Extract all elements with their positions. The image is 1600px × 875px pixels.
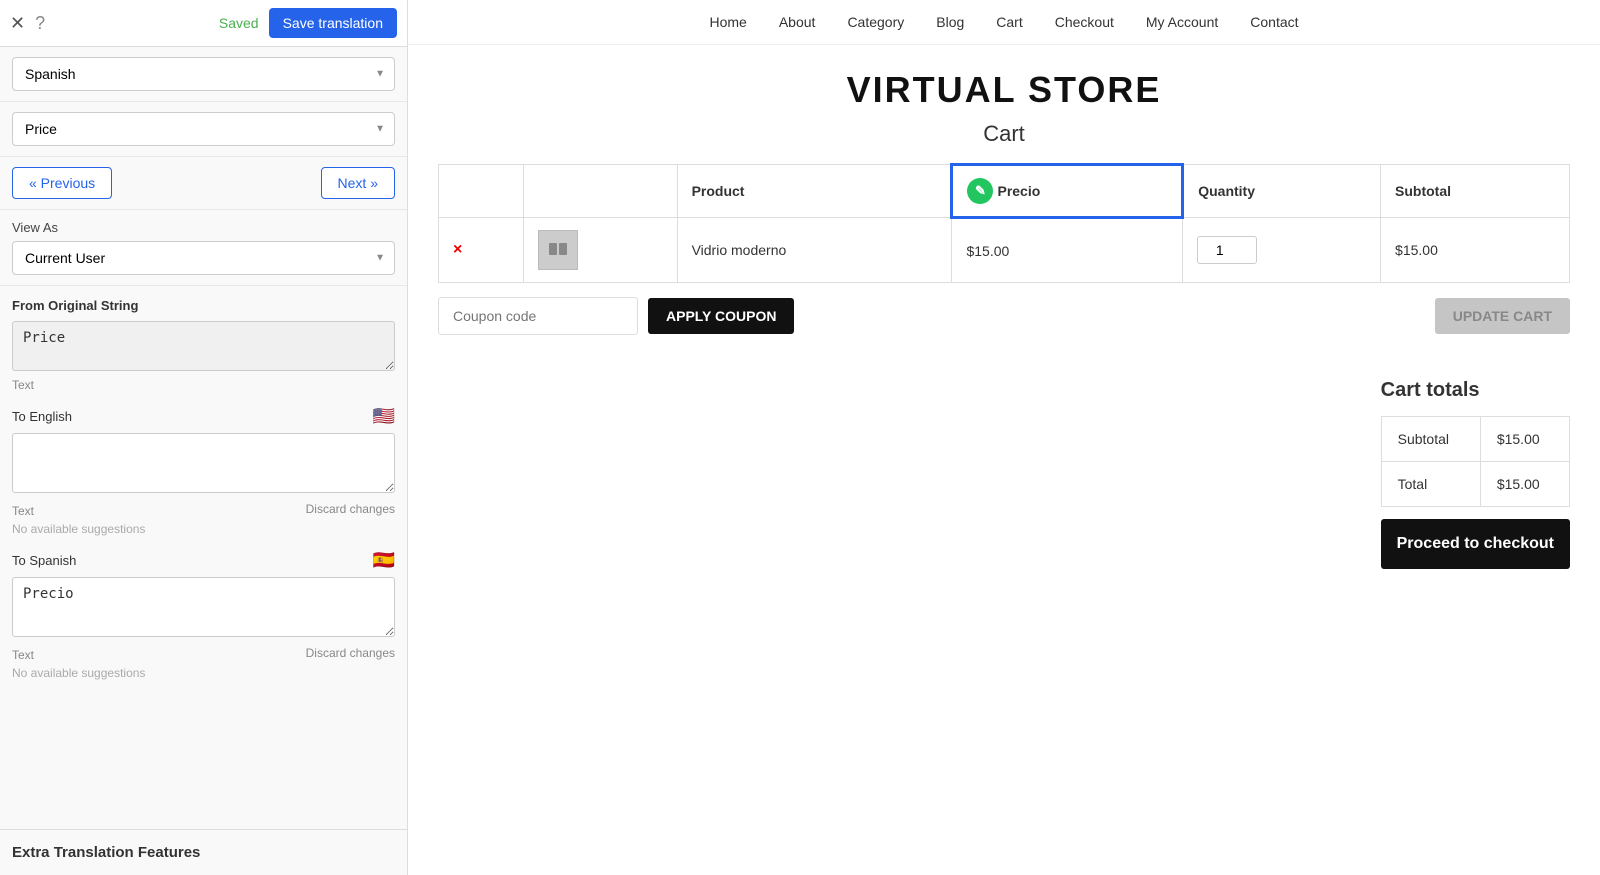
coupon-input[interactable] bbox=[438, 297, 638, 335]
view-as-select-wrapper: Current User Guest Administrator bbox=[12, 241, 395, 275]
right-panel: Home About Category Blog Cart Checkout M… bbox=[408, 0, 1600, 875]
extra-features-section: Extra Translation Features bbox=[0, 829, 407, 875]
product-image-svg bbox=[543, 235, 573, 265]
table-row: × Vidrio moderno $15.00 bbox=[439, 218, 1570, 283]
original-type-label: Text bbox=[12, 378, 395, 392]
th-product: Product bbox=[677, 165, 952, 218]
cart-container: Product ✎ Precio Quantity Subtotal × bbox=[408, 163, 1600, 349]
product-thumbnail bbox=[538, 230, 578, 270]
totals-table: Subtotal $15.00 Total $15.00 bbox=[1381, 416, 1570, 507]
nav-cart[interactable]: Cart bbox=[996, 14, 1022, 30]
original-string-textarea[interactable] bbox=[12, 321, 395, 371]
cart-table-body: × Vidrio moderno $15.00 bbox=[439, 218, 1570, 283]
subtotal-label: Subtotal bbox=[1381, 417, 1480, 462]
quantity-input[interactable] bbox=[1197, 236, 1257, 264]
remove-icon[interactable]: × bbox=[453, 241, 462, 258]
cart-totals-section: Cart totals Subtotal $15.00 Total $15.00… bbox=[1351, 379, 1600, 599]
language-selector-section: Spanish French German Italian bbox=[0, 47, 407, 102]
edit-icon: ✎ bbox=[967, 178, 993, 204]
view-as-section: View As Current User Guest Administrator bbox=[0, 210, 407, 286]
site-nav: Home About Category Blog Cart Checkout M… bbox=[408, 0, 1600, 45]
help-button[interactable]: ? bbox=[35, 13, 45, 34]
cart-title: Cart bbox=[408, 121, 1600, 147]
english-type-label: Text bbox=[12, 504, 34, 518]
apply-coupon-button[interactable]: APPLY COUPON bbox=[648, 298, 794, 334]
english-discard-button[interactable]: Discard changes bbox=[306, 502, 395, 516]
th-quantity: Quantity bbox=[1183, 165, 1381, 218]
to-english-footer: Text Discard changes bbox=[12, 500, 395, 518]
to-spanish-title: To Spanish bbox=[12, 553, 76, 568]
to-english-title: To English bbox=[12, 409, 72, 424]
to-spanish-textarea[interactable] bbox=[12, 577, 395, 637]
product-subtotal-cell: $15.00 bbox=[1381, 218, 1570, 283]
language-select-wrapper: Spanish French German Italian bbox=[12, 57, 395, 91]
extra-features-title: Extra Translation Features bbox=[12, 844, 200, 861]
translation-section: From Original String Text To English 🇺🇸 … bbox=[0, 286, 407, 692]
spanish-type-label: Text bbox=[12, 648, 34, 662]
string-selector-section: Price Product Quantity Subtotal bbox=[0, 102, 407, 157]
cart-table: Product ✎ Precio Quantity Subtotal × bbox=[438, 163, 1570, 283]
th-remove bbox=[439, 165, 524, 218]
store-title: VIRTUAL STORE bbox=[408, 45, 1600, 121]
string-select[interactable]: Price Product Quantity Subtotal bbox=[12, 112, 395, 146]
total-value: $15.00 bbox=[1480, 462, 1569, 507]
next-button[interactable]: Next » bbox=[321, 167, 395, 199]
totals-table-body: Subtotal $15.00 Total $15.00 bbox=[1381, 417, 1569, 507]
totals-total-row: Total $15.00 bbox=[1381, 462, 1569, 507]
th-subtotal: Subtotal bbox=[1381, 165, 1570, 218]
nav-about[interactable]: About bbox=[779, 14, 816, 30]
view-as-label: View As bbox=[12, 220, 395, 235]
to-spanish-section: To Spanish 🇪🇸 Text Discard changes No av… bbox=[12, 550, 395, 680]
previous-button[interactable]: « Previous bbox=[12, 167, 112, 199]
remove-cell: × bbox=[439, 218, 524, 283]
proceed-to-checkout-button[interactable]: Proceed to checkout bbox=[1381, 519, 1570, 569]
cart-header-row: Product ✎ Precio Quantity Subtotal bbox=[439, 165, 1570, 218]
save-translation-button[interactable]: Save translation bbox=[269, 8, 397, 38]
th-image bbox=[524, 165, 677, 218]
english-flag: 🇺🇸 bbox=[373, 406, 395, 427]
spanish-discard-button[interactable]: Discard changes bbox=[306, 646, 395, 660]
coupon-row: APPLY COUPON UPDATE CART bbox=[438, 283, 1570, 349]
top-bar: ✕ ? Saved Save translation bbox=[0, 0, 407, 47]
to-english-header: To English 🇺🇸 bbox=[12, 406, 395, 427]
left-panel: ✕ ? Saved Save translation Spanish Frenc… bbox=[0, 0, 408, 875]
precio-label: Precio bbox=[997, 183, 1040, 199]
to-spanish-footer: Text Discard changes bbox=[12, 644, 395, 662]
totals-subtotal-row: Subtotal $15.00 bbox=[1381, 417, 1569, 462]
cart-table-head: Product ✎ Precio Quantity Subtotal bbox=[439, 165, 1570, 218]
nav-category[interactable]: Category bbox=[847, 14, 904, 30]
spanish-flag: 🇪🇸 bbox=[373, 550, 395, 571]
to-spanish-header: To Spanish 🇪🇸 bbox=[12, 550, 395, 571]
from-original-title: From Original String bbox=[12, 298, 395, 313]
total-label: Total bbox=[1381, 462, 1480, 507]
language-select[interactable]: Spanish French German Italian bbox=[12, 57, 395, 91]
nav-my-account[interactable]: My Account bbox=[1146, 14, 1218, 30]
update-cart-button[interactable]: UPDATE CART bbox=[1435, 298, 1570, 334]
product-quantity-cell bbox=[1183, 218, 1381, 283]
product-image-cell bbox=[524, 218, 677, 283]
subtotal-value: $15.00 bbox=[1480, 417, 1569, 462]
nav-contact[interactable]: Contact bbox=[1250, 14, 1298, 30]
english-no-suggestions: No available suggestions bbox=[12, 522, 395, 536]
precio-badge: ✎ Precio bbox=[967, 178, 1040, 204]
product-name-cell: Vidrio moderno bbox=[677, 218, 952, 283]
nav-buttons: « Previous Next » bbox=[0, 157, 407, 210]
to-english-textarea[interactable] bbox=[12, 433, 395, 493]
saved-status: Saved bbox=[219, 15, 259, 31]
close-button[interactable]: ✕ bbox=[10, 13, 25, 34]
view-as-select[interactable]: Current User Guest Administrator bbox=[12, 241, 395, 275]
product-price-cell: $15.00 bbox=[952, 218, 1183, 283]
nav-home[interactable]: Home bbox=[709, 14, 746, 30]
th-precio: ✎ Precio bbox=[952, 165, 1183, 218]
nav-blog[interactable]: Blog bbox=[936, 14, 964, 30]
spanish-no-suggestions: No available suggestions bbox=[12, 666, 395, 680]
string-select-wrapper: Price Product Quantity Subtotal bbox=[12, 112, 395, 146]
cart-totals-title: Cart totals bbox=[1381, 379, 1570, 402]
to-english-section: To English 🇺🇸 Text Discard changes No av… bbox=[12, 406, 395, 536]
nav-checkout[interactable]: Checkout bbox=[1055, 14, 1114, 30]
